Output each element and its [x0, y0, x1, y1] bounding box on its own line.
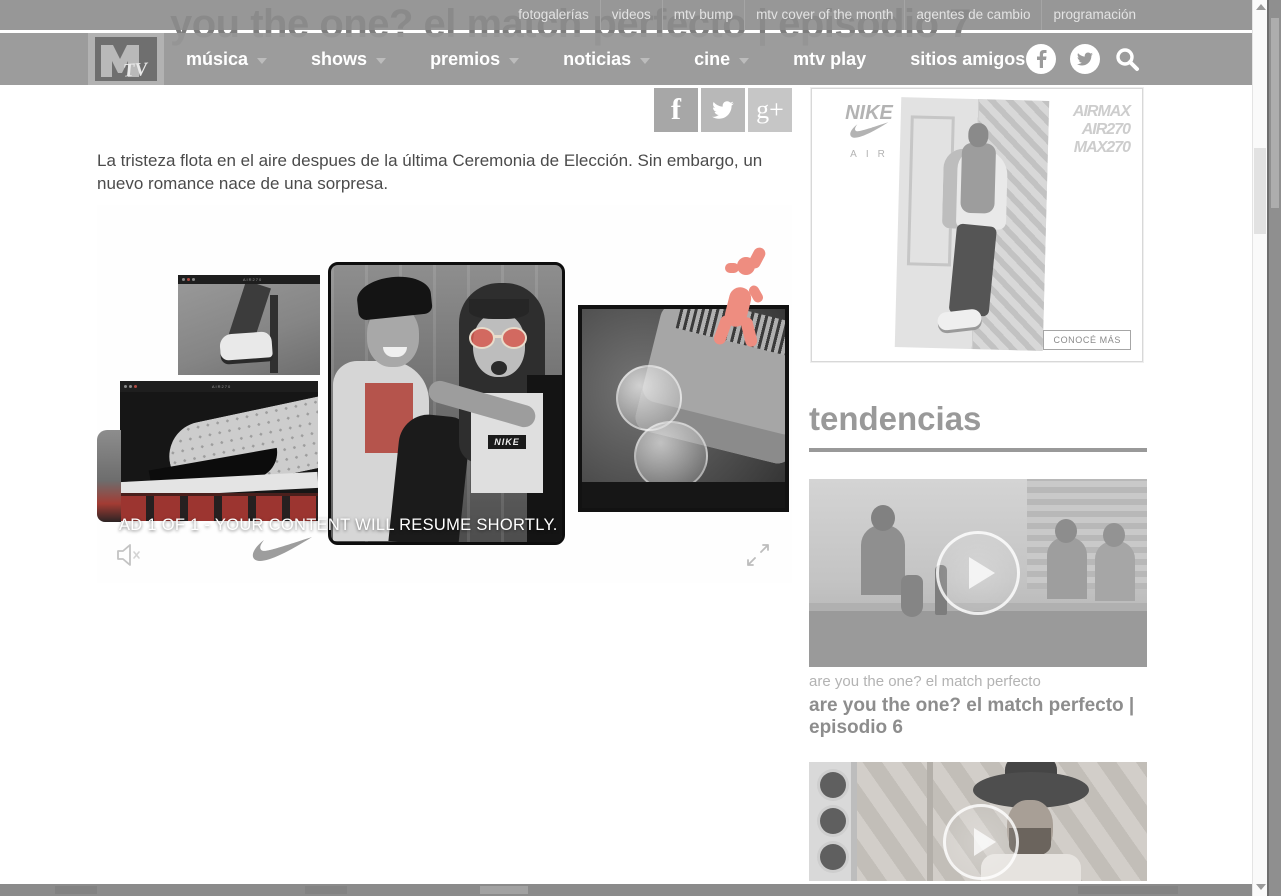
topbar-link-mtv-cover[interactable]: mtv cover of the month — [744, 0, 904, 30]
share-twitter-button[interactable] — [701, 88, 745, 132]
nav-item-sitios-amigos[interactable]: sitios amigos — [910, 49, 1025, 70]
share-buttons: f g+ — [97, 88, 792, 132]
share-facebook-button[interactable]: f — [654, 88, 698, 132]
topbar-link-mtv-bump[interactable]: mtv bump — [662, 0, 744, 30]
chevron-down-icon — [509, 58, 519, 64]
page-scrollbar[interactable] — [1252, 0, 1267, 896]
chevron-down-icon — [257, 58, 267, 64]
trending-item-thumbnail[interactable] — [809, 762, 1147, 881]
footer-highlight — [480, 886, 528, 894]
topbar: fotogalerías videos mtv bump mtv cover o… — [0, 0, 1252, 30]
topbar-link-programacion[interactable]: programación — [1041, 0, 1147, 30]
fullscreen-icon[interactable] — [745, 542, 771, 568]
nav-item-premios[interactable]: premios — [430, 49, 519, 70]
topbar-link-fotogalerias[interactable]: fotogalerías — [507, 0, 600, 30]
twitter-bird-icon — [712, 101, 734, 119]
svg-text:TV: TV — [122, 59, 149, 81]
nav-item-musica[interactable]: música — [186, 49, 267, 70]
chevron-down-icon — [640, 58, 650, 64]
nike-ad-cta-button[interactable]: CONOCÉ MÁS — [1043, 330, 1131, 350]
play-icon[interactable] — [936, 531, 1020, 615]
trending-item-category[interactable]: are you the one? el match perfecto — [809, 673, 1041, 690]
balloon-dog — [709, 251, 779, 347]
nav-item-shows[interactable]: shows — [311, 49, 386, 70]
nike-tee-label: NIKE — [488, 435, 526, 449]
browser-scrollbar[interactable] — [1267, 0, 1281, 896]
trending-item-thumbnail[interactable] — [809, 479, 1147, 667]
main-nav: TV música shows premios noticias cine mt… — [0, 33, 1252, 85]
nike-swoosh-icon — [250, 535, 314, 563]
tendencias-divider — [809, 448, 1147, 452]
share-googleplus-button[interactable]: g+ — [748, 88, 792, 132]
nav-items: música shows premios noticias cine mtv p… — [186, 33, 1025, 85]
mtv-page: you the one? el match perfecto | episodi… — [0, 0, 1281, 896]
mtv-logo[interactable]: TV — [88, 33, 164, 85]
article-intro: La tristeza flota en el aire despues de … — [97, 149, 797, 195]
nav-social-icons — [1026, 44, 1140, 74]
nav-item-cine[interactable]: cine — [694, 49, 749, 70]
scroll-up-arrow[interactable] — [1256, 4, 1266, 10]
video-player[interactable]: AIR270 AIR270 NIKE — [97, 205, 792, 583]
facebook-icon[interactable] — [1026, 44, 1056, 74]
twitter-icon[interactable] — [1070, 44, 1100, 74]
search-icon[interactable] — [1114, 46, 1140, 72]
chevron-down-icon — [376, 58, 386, 64]
scroll-down-arrow[interactable] — [1256, 884, 1266, 890]
chevron-down-icon — [739, 58, 749, 64]
ad-photo-shoe-closeup: AIR270 — [120, 381, 318, 521]
ad-countdown-message: AD 1 OF 1 - YOUR CONTENT WILL RESUME SHO… — [119, 516, 558, 535]
topbar-link-agentes-de-cambio[interactable]: agentes de cambio — [904, 0, 1041, 30]
shoe-sole-edge — [97, 430, 121, 522]
tendencias-heading: tendencias — [809, 400, 981, 438]
red-sunglasses — [469, 327, 533, 351]
airmax-270-logo: AIRMAX AIR270 MAX270 — [1073, 103, 1130, 157]
scrollbar-thumb[interactable] — [1254, 148, 1266, 234]
trending-item-title[interactable]: are you the one? el match perfecto | epi… — [809, 695, 1141, 739]
topbar-links: fotogalerías videos mtv bump mtv cover o… — [507, 0, 1147, 30]
scrollbar-thumb[interactable] — [1271, 18, 1279, 208]
nav-item-mtv-play[interactable]: mtv play — [793, 49, 866, 70]
footer-bar — [0, 884, 1252, 896]
mtv-logo-icon: TV — [95, 37, 157, 81]
mute-icon[interactable] — [115, 542, 143, 568]
ad-photo-street-sneaker: AIR270 — [178, 275, 320, 375]
nike-air-logo: NIKE AIR — [830, 105, 908, 160]
nike-display-ad[interactable]: NIKE AIR AIRMAX AIR270 MAX270 CONOCÉ MÁS — [811, 88, 1143, 362]
ad-photo-couple: NIKE — [328, 262, 565, 545]
nav-item-noticias[interactable]: noticias — [563, 49, 650, 70]
topbar-link-videos[interactable]: videos — [600, 0, 662, 30]
play-icon[interactable] — [943, 804, 1019, 880]
nike-ad-photo — [895, 97, 1049, 351]
